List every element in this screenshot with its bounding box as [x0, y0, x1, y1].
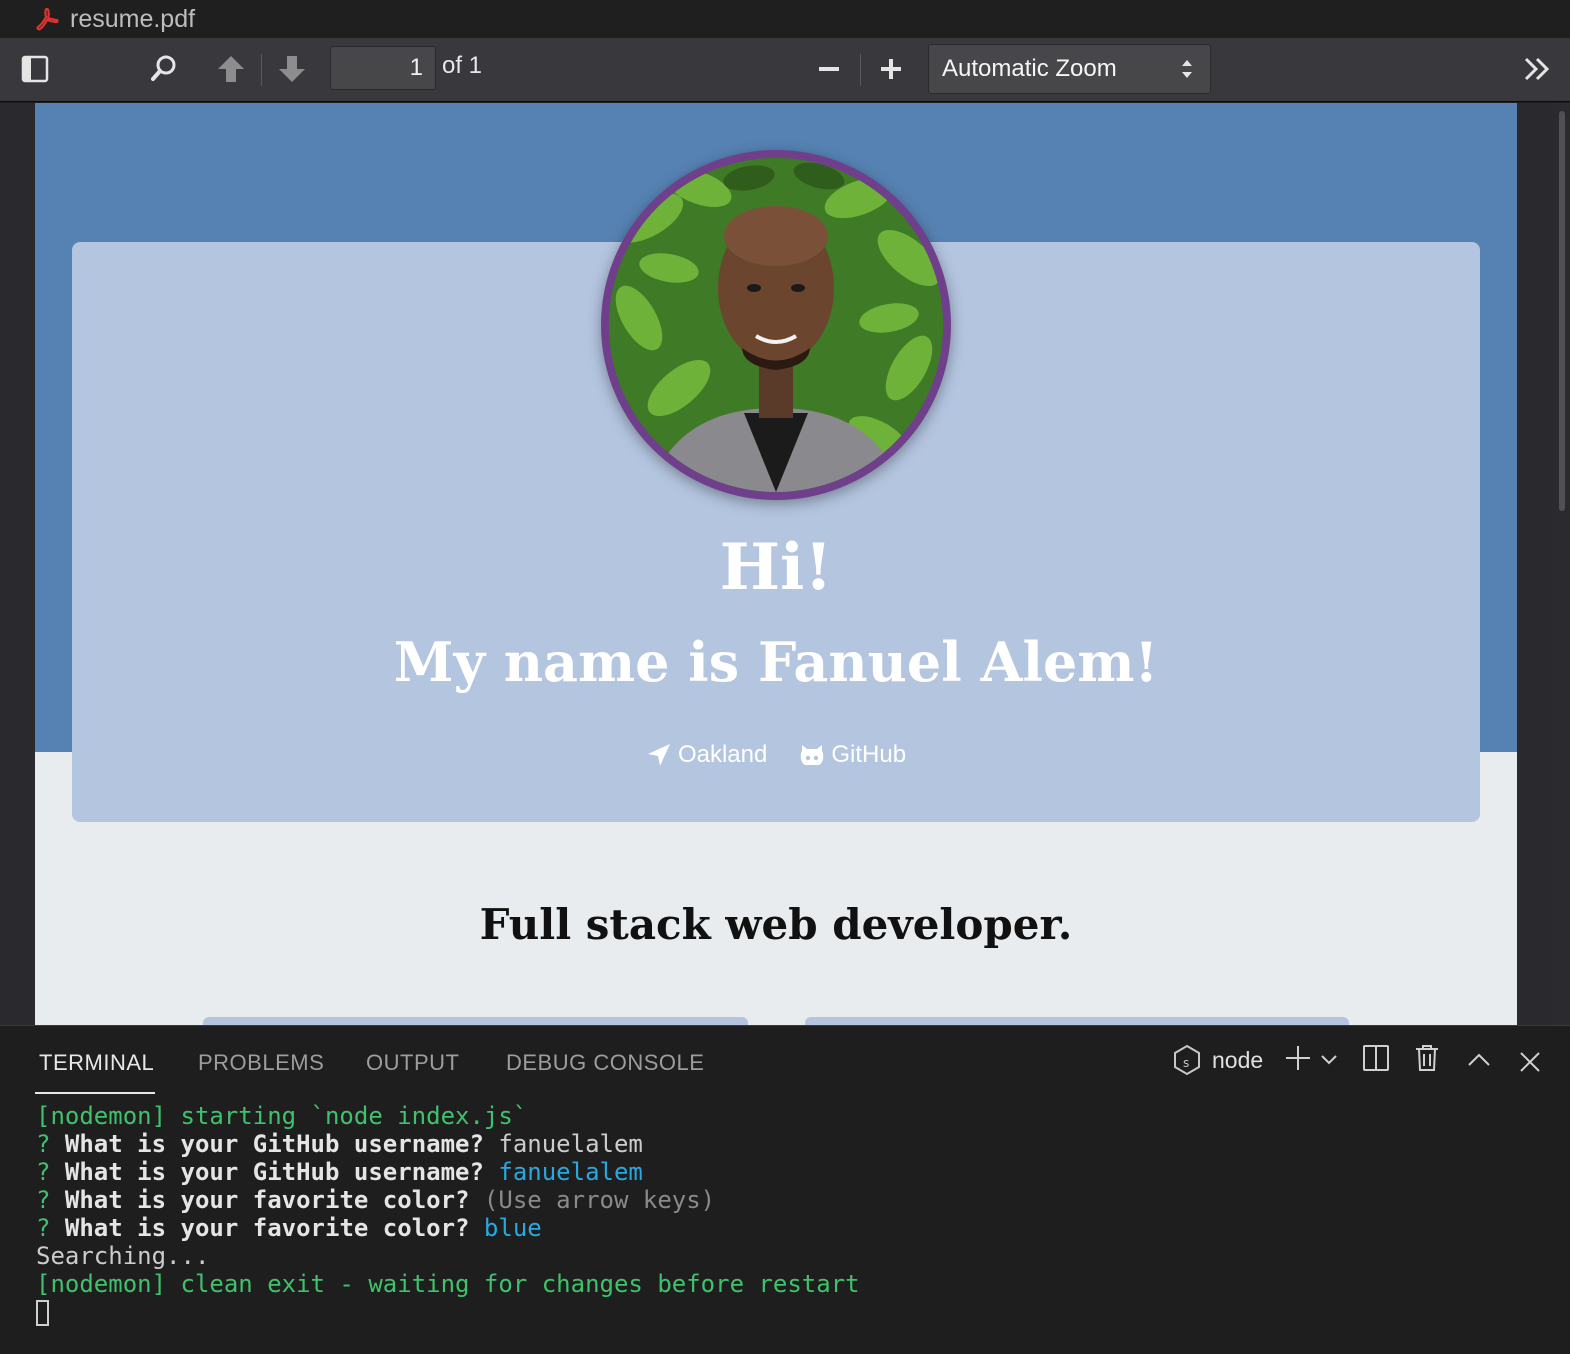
- sidebar-toggle-icon: [21, 55, 49, 83]
- toggle-sidebar-button[interactable]: [18, 52, 52, 86]
- pdf-viewer[interactable]: Hi! My name is Fanuel Alem! Oakland GitH…: [0, 103, 1570, 1025]
- find-button[interactable]: [146, 52, 180, 86]
- tab-terminal[interactable]: TERMINAL: [39, 1050, 154, 1076]
- page-number-input[interactable]: 1: [330, 46, 436, 90]
- trash-icon: [1416, 1045, 1438, 1071]
- arrow-up-icon: [218, 56, 244, 82]
- terminal-output[interactable]: [nodemon] starting `node index.js`? What…: [36, 1102, 860, 1326]
- terminal-line: ? What is your GitHub username? fanuelal…: [36, 1158, 643, 1186]
- launch-profile-button[interactable]: [1320, 1054, 1338, 1066]
- double-chevron-right-icon: [1524, 57, 1550, 81]
- tools-menu-button[interactable]: [1518, 52, 1556, 86]
- name-heading: My name is Fanuel Alem!: [393, 630, 1159, 694]
- terminal-shell-name: node: [1212, 1046, 1264, 1073]
- select-arrows-icon: [1182, 60, 1192, 78]
- window-title: resume.pdf: [70, 4, 196, 33]
- zoom-in-button[interactable]: [874, 52, 908, 86]
- minus-icon: [819, 67, 839, 71]
- arrow-down-icon: [279, 56, 305, 82]
- pdf-file-icon: [36, 7, 59, 31]
- profile-photo: [601, 150, 951, 500]
- greeting-heading: Hi!: [719, 530, 833, 605]
- github-icon: [801, 745, 824, 765]
- chevron-down-icon: [1321, 1055, 1337, 1065]
- terminal-line: [nodemon] starting `node index.js`: [36, 1102, 528, 1130]
- terminal-line: [nodemon] clean exit - waiting for chang…: [36, 1270, 860, 1298]
- bottom-panel: TERMINAL PROBLEMS OUTPUT DEBUG CONSOLE s…: [0, 1025, 1570, 1354]
- chevron-up-icon: [1468, 1053, 1490, 1066]
- terminal-line: ? What is your GitHub username? fanuelal…: [36, 1130, 643, 1158]
- pdf-toolbar: 1 of 1 Automatic Zoom: [0, 38, 1570, 102]
- plus-icon: [881, 59, 901, 79]
- close-panel-button[interactable]: [1518, 1050, 1542, 1074]
- close-icon: [1520, 1052, 1540, 1072]
- split-terminal-button[interactable]: [1362, 1044, 1390, 1072]
- info-card: [203, 1017, 748, 1025]
- github-label: GitHub: [831, 741, 907, 768]
- viewer-scrollbar-thumb[interactable]: [1559, 111, 1565, 511]
- panel-tabs: TERMINAL PROBLEMS OUTPUT DEBUG CONSOLE s…: [0, 1026, 1570, 1096]
- plus-icon: [1286, 1046, 1310, 1070]
- terminal-line: ? What is your favorite color? blue: [36, 1214, 542, 1242]
- zoom-select-value: Automatic Zoom: [942, 55, 1117, 82]
- location-link[interactable]: Oakland: [646, 741, 767, 769]
- page-count-label: of 1: [442, 52, 483, 79]
- split-icon: [1363, 1045, 1389, 1071]
- search-icon: [151, 55, 176, 81]
- previous-page-button[interactable]: [212, 50, 250, 88]
- tab-output[interactable]: OUTPUT: [366, 1050, 459, 1076]
- terminal-selector[interactable]: s node: [1172, 1044, 1263, 1076]
- info-card: [805, 1017, 1349, 1025]
- tab-problems[interactable]: PROBLEMS: [198, 1050, 324, 1076]
- new-terminal-button[interactable]: [1284, 1044, 1312, 1072]
- next-page-button[interactable]: [273, 50, 311, 88]
- window-titlebar: resume.pdf: [0, 0, 1570, 38]
- github-link[interactable]: GitHub: [799, 741, 906, 769]
- location-arrow-icon: [647, 744, 670, 766]
- zoom-select[interactable]: Automatic Zoom: [928, 44, 1211, 94]
- terminal-line: [36, 1298, 860, 1326]
- profile-links: Oakland GitHub: [35, 741, 1517, 769]
- profile-photo-image: [609, 158, 943, 492]
- zoom-out-button[interactable]: [812, 52, 846, 86]
- toolbar-separator: [860, 54, 861, 86]
- job-title-heading: Full stack web developer.: [479, 900, 1073, 949]
- tab-debug-console[interactable]: DEBUG CONSOLE: [506, 1050, 704, 1076]
- terminal-line: ? What is your favorite color? (Use arro…: [36, 1186, 716, 1214]
- active-tab-indicator: [35, 1092, 155, 1094]
- kill-terminal-button[interactable]: [1414, 1044, 1440, 1072]
- terminal-line: Searching...: [36, 1242, 210, 1270]
- location-label: Oakland: [677, 741, 768, 768]
- node-icon: s: [1174, 1044, 1200, 1076]
- toolbar-separator: [261, 54, 262, 86]
- viewer-scrollbar[interactable]: [1552, 103, 1570, 1025]
- terminal-cursor: [36, 1300, 49, 1326]
- svg-text:s: s: [1183, 1056, 1189, 1070]
- maximize-panel-button[interactable]: [1466, 1052, 1492, 1068]
- pdf-page: Hi! My name is Fanuel Alem! Oakland GitH…: [35, 103, 1517, 1025]
